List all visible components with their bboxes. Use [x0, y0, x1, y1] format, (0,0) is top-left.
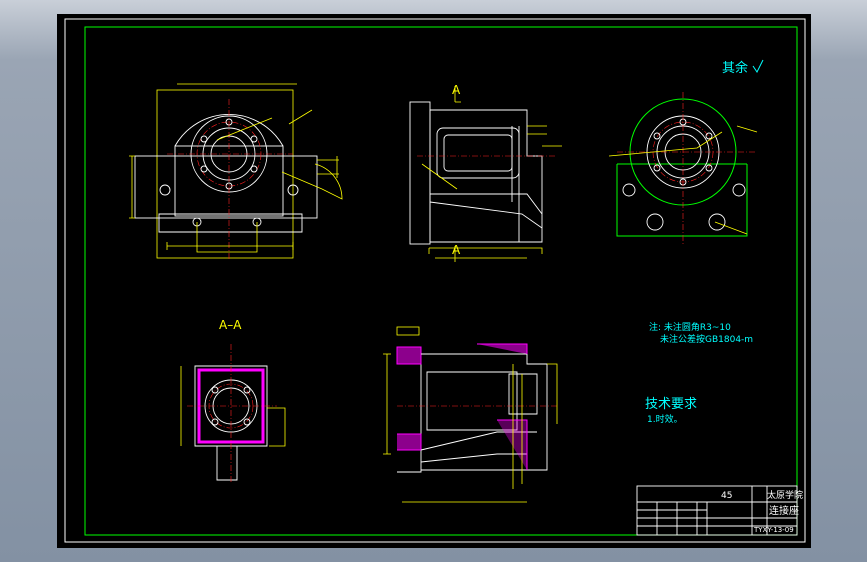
outer-frame [64, 18, 806, 543]
side-view: A A [409, 83, 562, 262]
tech-requirements-title: 技术要求 [645, 397, 697, 412]
tech-requirement-1: 1.时效。 [647, 413, 683, 425]
material-value: 45 [721, 491, 732, 501]
drawing-number: TYXY-13-09 [753, 526, 794, 534]
drawing-canvas: A A 其余 A–A 注: 未注圆角R3~10 未注公差按GB1804-m 技术… [64, 18, 806, 543]
front-view [129, 83, 343, 259]
cad-drawing-viewport[interactable]: A A 其余 A–A 注: 未注圆角R3~10 未注公差按GB1804-m 技术… [57, 14, 811, 548]
view-mark-bottom: A [452, 243, 461, 257]
section-label: A–A [219, 318, 242, 332]
section-a-a-view: A–A [180, 318, 286, 484]
longitudinal-section-view [383, 326, 558, 503]
school-name: 太原学院 [767, 489, 803, 501]
part-name: 连接座 [769, 504, 799, 517]
end-view: 其余 [608, 59, 764, 244]
notes-line-2: 未注公差按GB1804-m [660, 333, 753, 345]
roughness-note: 其余 [722, 60, 748, 76]
view-mark-top: A [452, 83, 461, 97]
notes-line-1: 注: 未注圆角R3~10 [649, 321, 731, 333]
inner-frame [84, 26, 798, 536]
title-block: 45 太原学院 连接座 TYXY-13-09 [636, 485, 803, 536]
